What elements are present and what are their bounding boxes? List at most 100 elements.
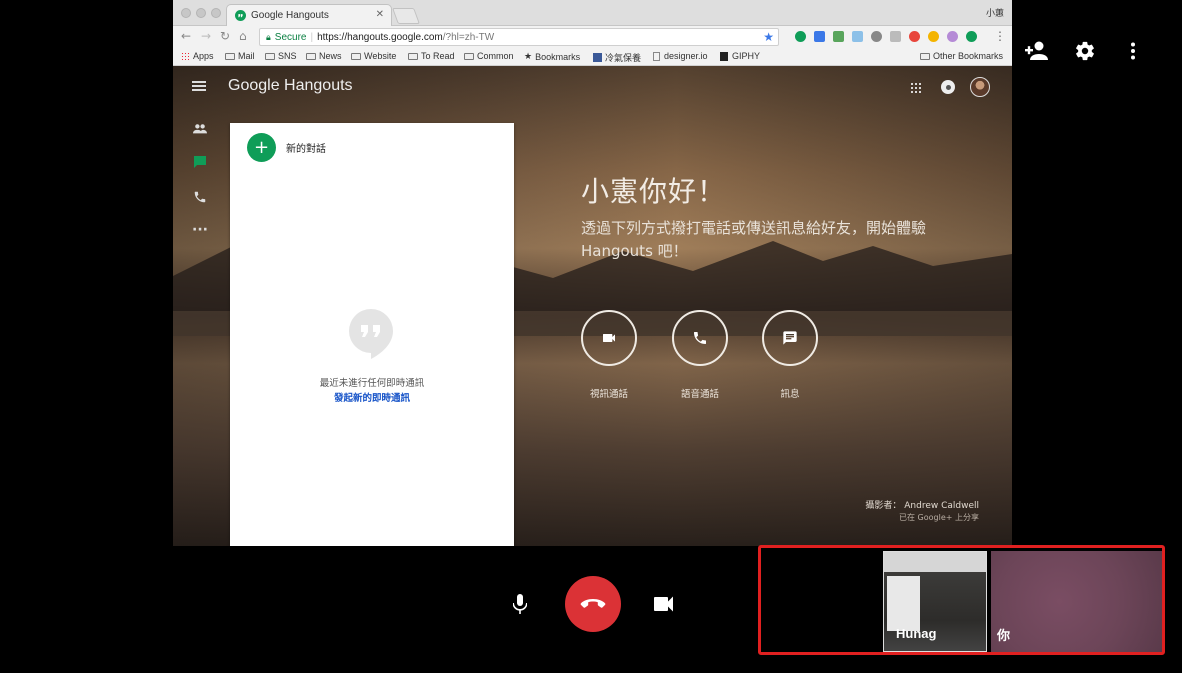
- video-call-label: 視訊通話: [589, 389, 628, 400]
- conversations-icon[interactable]: [192, 154, 208, 170]
- other-bookmarks[interactable]: Other Bookmarks: [920, 51, 1003, 61]
- phone-calls-icon[interactable]: [192, 189, 208, 205]
- empty-state-text: 最近未進行任何即時通訊: [319, 378, 425, 389]
- bookmark-folder[interactable]: Common: [464, 51, 514, 61]
- bookmark-folder[interactable]: Website: [351, 51, 396, 61]
- folder-icon: [408, 52, 418, 60]
- folder-icon: [351, 52, 361, 60]
- folder-icon: [225, 52, 235, 60]
- bookmark-folder[interactable]: To Read: [408, 51, 455, 61]
- address-separator: |: [310, 31, 314, 43]
- page-icon: [653, 51, 660, 61]
- new-conversation-label[interactable]: 新的對話: [286, 140, 326, 155]
- photo-credit[interactable]: 攝影者： Andrew Caldwell: [865, 498, 979, 511]
- mic-icon: [513, 594, 527, 614]
- lock-icon: 🔒︎: [266, 31, 271, 42]
- bookmark-label: Other Bookmarks: [933, 51, 1004, 61]
- extension-icon[interactable]: [909, 31, 920, 42]
- folder-icon: [920, 52, 930, 60]
- contacts-icon[interactable]: [192, 121, 208, 137]
- bookmark-folder[interactable]: SNS: [265, 51, 297, 61]
- more-horiz-icon[interactable]: ···: [192, 222, 208, 238]
- bookmark-label: designer.io: [664, 51, 708, 61]
- browser-menu-icon[interactable]: ⋮: [994, 29, 1006, 43]
- window-minimize-dot[interactable]: [196, 8, 206, 18]
- folder-icon: [265, 52, 275, 60]
- hangouts-page: Google Hangouts ··· + 新的對話 最近未進行任何即時通訊 發…: [173, 66, 1012, 546]
- bookmark-folder[interactable]: Mail: [225, 51, 255, 61]
- more-vert-icon: [1131, 42, 1135, 60]
- bookmark-apps[interactable]: Apps: [181, 51, 214, 61]
- folder-icon: [306, 52, 316, 60]
- bookmark-star-icon[interactable]: ★: [763, 30, 774, 44]
- hangouts-call-window: Google Hangouts ✕ 小蕙 ← → ↻ ⌂ 🔒︎ Secure |…: [0, 0, 1182, 673]
- add-person-button[interactable]: [1021, 36, 1053, 66]
- greeting-heading: 小憲你好！: [581, 175, 727, 208]
- browser-toolbar: ← → ↻ ⌂ 🔒︎ Secure | https://hangouts.goo…: [173, 26, 1012, 48]
- video-call-button[interactable]: [581, 310, 637, 366]
- back-arrow-icon[interactable]: ←: [181, 29, 191, 43]
- extension-icon[interactable]: [890, 31, 901, 42]
- extension-icon[interactable]: [947, 31, 958, 42]
- account-avatar[interactable]: [970, 77, 990, 97]
- toggle-camera-button[interactable]: [648, 588, 680, 620]
- start-conversation-link[interactable]: 發起新的即時通訊: [230, 390, 514, 404]
- bookmark-item[interactable]: GIPHY: [720, 51, 760, 61]
- extension-icon[interactable]: [871, 31, 882, 42]
- participant-strip: Hunag 你: [758, 545, 1165, 655]
- bookmark-label: Bookmarks: [535, 51, 581, 62]
- hangouts-favicon-icon: [235, 10, 246, 21]
- bookmark-item[interactable]: 冷氣保養: [593, 51, 641, 64]
- new-conversation-button[interactable]: +: [247, 133, 276, 162]
- bookmark-label: Apps: [193, 51, 214, 61]
- more-options-button[interactable]: [1117, 36, 1149, 66]
- message-button[interactable]: [762, 310, 818, 366]
- star-icon: ★: [524, 51, 533, 61]
- extension-icon[interactable]: [852, 31, 863, 42]
- extension-icon[interactable]: [795, 31, 806, 42]
- message-icon: [783, 331, 797, 345]
- thumbnail-panel: [887, 576, 920, 631]
- forward-arrow-icon[interactable]: →: [201, 29, 211, 43]
- tab-close-icon[interactable]: ✕: [376, 9, 384, 20]
- folder-icon: [464, 52, 474, 60]
- extension-icon[interactable]: [833, 31, 844, 42]
- window-close-dot[interactable]: [181, 8, 191, 18]
- notifications-icon[interactable]: [941, 80, 955, 94]
- phone-icon: [694, 332, 706, 344]
- intro-text: 透過下列方式撥打電話或傳送訊息給好友，開始體驗 Hangouts 吧！: [581, 219, 927, 260]
- home-icon[interactable]: ⌂: [239, 29, 247, 43]
- extension-icon[interactable]: [814, 31, 825, 42]
- browser-tab[interactable]: Google Hangouts ✕: [226, 4, 392, 26]
- google-apps-icon[interactable]: [910, 82, 922, 94]
- bookmark-item[interactable]: ★ Bookmarks: [524, 51, 580, 62]
- hangup-icon: [580, 599, 606, 608]
- shared-screen: Google Hangouts ✕ 小蕙 ← → ↻ ⌂ 🔒︎ Secure |…: [173, 0, 1012, 546]
- extension-icon[interactable]: [928, 31, 939, 42]
- voice-call-button[interactable]: [672, 310, 728, 366]
- url-host: https://hangouts.google.com: [317, 31, 443, 43]
- conversation-list-panel: + 新的對話 最近未進行任何即時通訊 發起新的即時通訊: [230, 123, 514, 546]
- main-menu-icon[interactable]: [192, 81, 206, 91]
- profile-name[interactable]: 小蕙: [986, 6, 1004, 19]
- self-thumbnail[interactable]: 你: [991, 551, 1162, 652]
- self-name: 你: [997, 628, 1011, 643]
- person-add-icon: [1025, 41, 1048, 60]
- bookmarks-bar: Apps Mail SNS News Website To Read Commo…: [173, 48, 1012, 66]
- extension-icon[interactable]: [966, 31, 977, 42]
- participant-thumbnail[interactable]: Hunag: [883, 551, 987, 652]
- videocam-icon: [654, 596, 673, 612]
- settings-button[interactable]: [1069, 36, 1101, 66]
- apps-grid-icon: [181, 51, 190, 61]
- reload-icon[interactable]: ↻: [220, 29, 230, 43]
- address-bar[interactable]: 🔒︎ Secure | https://hangouts.google.com /…: [259, 28, 779, 46]
- window-zoom-dot[interactable]: [211, 8, 221, 18]
- new-tab-button[interactable]: [392, 8, 420, 24]
- hang-up-button[interactable]: [565, 576, 621, 632]
- videocam-icon: [603, 334, 615, 342]
- mute-microphone-button[interactable]: [504, 588, 536, 620]
- bookmark-folder[interactable]: News: [306, 51, 342, 61]
- bookmark-label: Website: [364, 51, 397, 61]
- hangouts-empty-icon: [349, 309, 393, 359]
- bookmark-item[interactable]: designer.io: [653, 51, 708, 61]
